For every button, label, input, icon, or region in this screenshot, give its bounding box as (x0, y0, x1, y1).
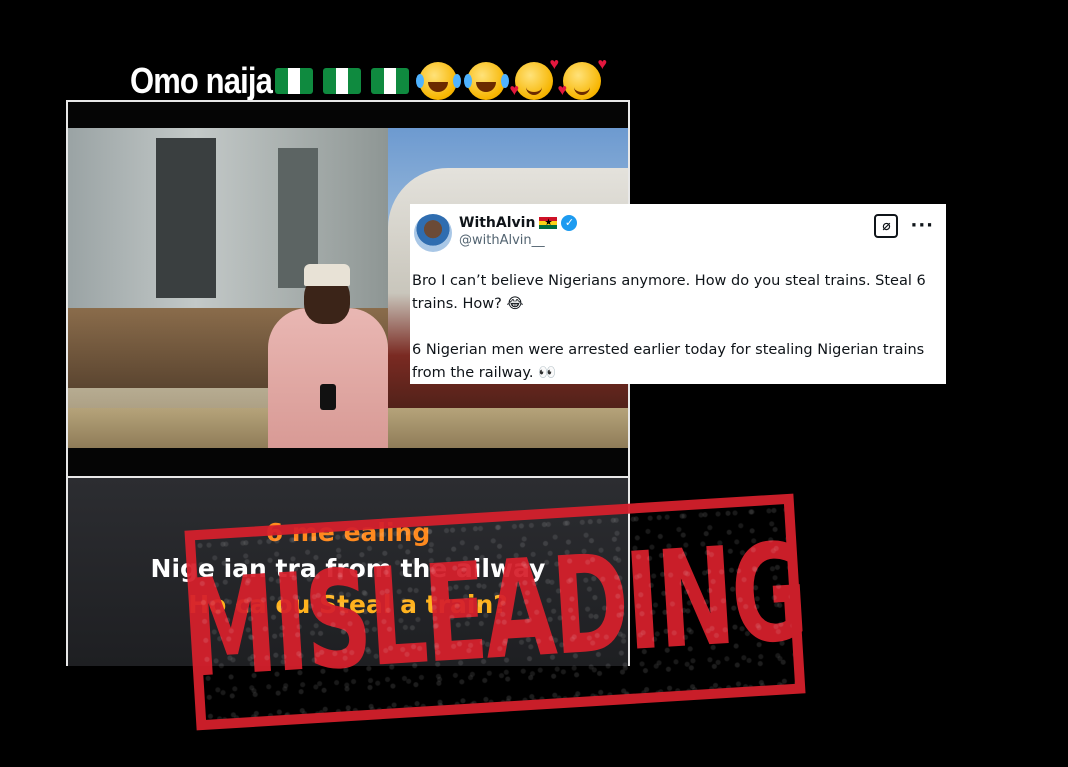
more-options-icon[interactable]: ··· (910, 217, 934, 235)
tweet-paragraph-2: 6 Nigerian men were arrested earlier tod… (412, 342, 925, 381)
tears-of-joy-icon (464, 62, 506, 100)
nigeria-flag-icon (371, 68, 410, 94)
misleading-stamp: MISLEADING (181, 493, 809, 731)
stamp-texture (195, 504, 795, 720)
display-name-row[interactable]: WithAlvin ✓ (459, 214, 578, 232)
tears-of-joy-icon (416, 62, 458, 100)
verified-badge-icon: ✓ (561, 215, 578, 231)
tweet-card[interactable]: WithAlvin ✓ @withAlvin__ ⌀ ··· Bro I can… (410, 204, 946, 384)
nigeria-flag-icon (275, 68, 314, 94)
nigeria-flag-icon (323, 68, 362, 94)
tweet-author: WithAlvin ✓ @withAlvin__ (459, 214, 578, 250)
smiling-face-with-hearts-icon (515, 56, 559, 100)
tweet-text: Bro I can’t believe Nigerians anymore. H… (412, 270, 934, 385)
handle[interactable]: @withAlvin__ (459, 232, 577, 250)
smiling-face-with-hearts-icon (563, 56, 607, 100)
grok-icon[interactable]: ⌀ (874, 214, 899, 238)
caption: Omo naija (130, 56, 607, 104)
display-name[interactable]: WithAlvin (459, 214, 535, 232)
tweet-actions: ⌀ ··· (874, 214, 934, 238)
microphone-icon (320, 384, 336, 410)
ghana-flag-icon (539, 217, 558, 229)
avatar[interactable] (414, 214, 452, 252)
tweet-paragraph-1: Bro I can’t believe Nigerians anymore. H… (412, 273, 926, 312)
tweet-header: WithAlvin ✓ @withAlvin__ ⌀ ··· (412, 214, 934, 260)
reporter (268, 308, 388, 448)
caption-text: Omo naija (130, 60, 273, 101)
reporter-cap (304, 264, 350, 286)
